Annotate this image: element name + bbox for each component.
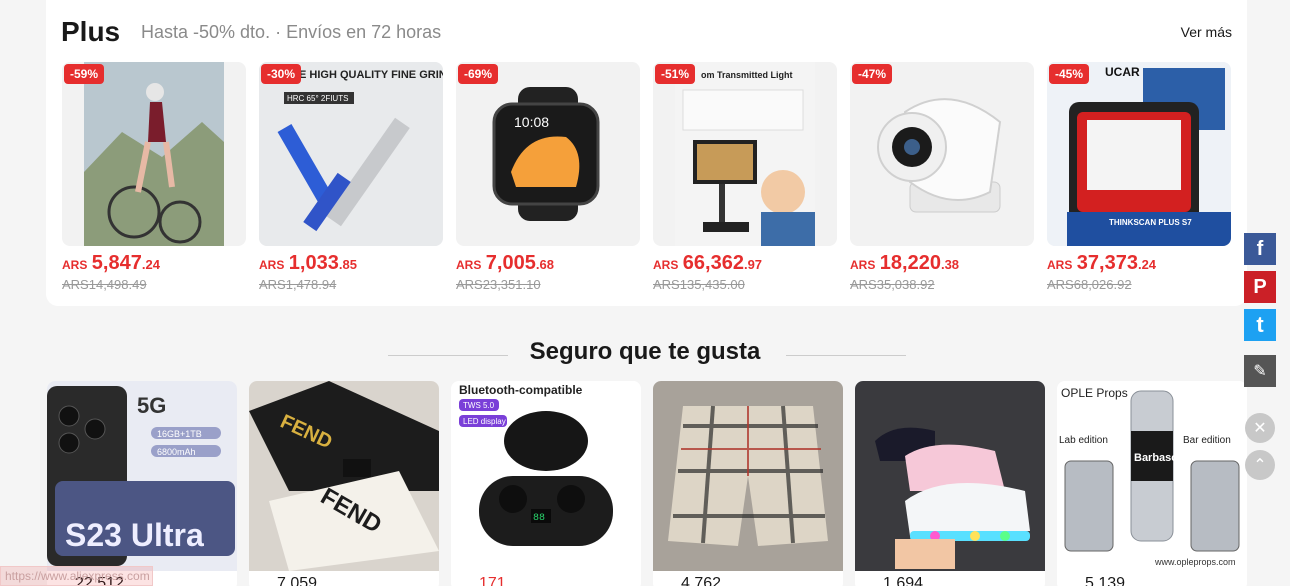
status-bar-url: https://www.aliexpress.com (0, 566, 153, 586)
close-icon: ✕ (1253, 420, 1267, 437)
sold-count: 5,139 (1085, 575, 1126, 586)
svg-text:5G: 5G (137, 393, 166, 418)
product-price: ARS 18,220.38 (850, 252, 960, 274)
product-image[interactable]: -45% UCAR THINKSCAN PLUS S7 (1047, 62, 1231, 246)
discount-badge: -47% (852, 64, 893, 84)
twitter-icon: t (1256, 312, 1264, 337)
discount-badge: -51% (655, 64, 696, 84)
product-image[interactable]: 5G 16GB+1TB 6800mAh S23 Ultra (47, 381, 237, 571)
product-image[interactable]: FEND FEND (249, 381, 439, 571)
svg-text:Lab edition: Lab edition (1059, 435, 1108, 446)
pinterest-icon: P (1253, 275, 1267, 298)
divider (388, 355, 508, 356)
sold-count: 7,059 (277, 575, 318, 586)
pencil-icon: ✎ (1253, 363, 1267, 380)
svg-text:UCAR: UCAR (1105, 65, 1140, 79)
product-image[interactable] (855, 381, 1045, 571)
chevron-up-icon: ⌃ (1253, 457, 1267, 474)
svg-text:LED display: LED display (463, 417, 506, 426)
product-image[interactable]: -51% om Transmitted Light (653, 62, 837, 246)
discount-badge: -59% (64, 64, 105, 84)
recommend-tile[interactable]: Bluetooth-compatible TWS 5.0 LED display… (451, 381, 641, 586)
plus-subtitle: Hasta -50% dto. · Envíos en 72 horas (141, 22, 442, 42)
original-price: ARS135,435.00 (653, 277, 745, 292)
divider (786, 355, 906, 356)
svg-text:16GB+1TB: 16GB+1TB (157, 429, 202, 439)
svg-text:om Transmitted Light: om Transmitted Light (701, 70, 793, 80)
pinterest-share-button[interactable]: P (1244, 271, 1276, 303)
svg-text:THINKSCAN PLUS S7: THINKSCAN PLUS S7 (1109, 218, 1192, 227)
product-card[interactable]: -51% om Transmitted Light ARS 66,362.97 … (653, 62, 837, 292)
recommend-tile[interactable]: 5G 16GB+1TB 6800mAh S23 Ultra 22,512 (47, 381, 237, 586)
svg-text:Bar edition: Bar edition (1183, 435, 1231, 446)
svg-text:10:08: 10:08 (514, 114, 549, 130)
product-card[interactable]: -59% ARS 5,847.24 ARS14,498.49 (62, 62, 246, 292)
product-image[interactable]: -59% (62, 62, 246, 246)
recommend-tile[interactable]: 4,762 (653, 381, 843, 586)
product-image[interactable] (653, 381, 843, 571)
see-more-link[interactable]: Ver más (1181, 24, 1232, 40)
svg-text:E HIGH QUALITY FINE GRINDING: E HIGH QUALITY FINE GRINDING (299, 69, 443, 81)
plus-title: Plus (61, 16, 121, 47)
product-image[interactable]: -30% E HIGH QUALITY FINE GRINDING HRC 65… (259, 62, 443, 246)
svg-text:S23 Ultra: S23 Ultra (65, 517, 204, 553)
product-card[interactable]: -69% 10:08 ARS 7,005.68 ARS23,351.10 (456, 62, 640, 292)
product-image[interactable]: -69% 10:08 (456, 62, 640, 246)
discount-badge: -45% (1049, 64, 1090, 84)
discount-badge: -30% (261, 64, 302, 84)
product-image[interactable]: -47% (850, 62, 1034, 246)
close-button[interactable]: ✕ (1245, 413, 1275, 443)
original-price: ARS14,498.49 (62, 277, 147, 292)
product-price: ARS 1,033.85 (259, 252, 357, 274)
svg-text:www.opleprops.com: www.opleprops.com (1154, 557, 1236, 567)
svg-text:OPLE Props: OPLE Props (1061, 386, 1128, 400)
sold-count: 171 (479, 575, 506, 586)
product-price: ARS 5,847.24 (62, 252, 160, 274)
facebook-icon: f (1256, 237, 1264, 260)
product-price: ARS 37,373.24 (1047, 252, 1157, 274)
sold-count: 1,694 (883, 575, 924, 586)
product-image[interactable]: Bluetooth-compatible TWS 5.0 LED display… (451, 381, 641, 571)
discount-badge: -69% (458, 64, 499, 84)
product-price: ARS 7,005.68 (456, 252, 554, 274)
recommend-tile[interactable]: 1,694 (855, 381, 1045, 586)
product-price: ARS 66,362.97 (653, 252, 763, 274)
facebook-share-button[interactable]: f (1244, 233, 1276, 265)
scroll-top-button[interactable]: ⌃ (1245, 450, 1275, 480)
recommend-tile[interactable]: OPLE Props Lab edition Bar edition Barba… (1057, 381, 1247, 586)
svg-text:88: 88 (533, 513, 545, 524)
svg-text:Bluetooth-compatible: Bluetooth-compatible (459, 383, 583, 397)
sold-count: 4,762 (681, 575, 722, 586)
recommend-header: Seguro que te gusta (0, 338, 1290, 366)
original-price: ARS68,026.92 (1047, 277, 1132, 292)
product-card[interactable]: -47% ARS 18,220.38 ARS35,038.92 (850, 62, 1034, 292)
svg-text:HRC 65° 2FIUTS: HRC 65° 2FIUTS (287, 94, 348, 103)
original-price: ARS1,478.94 (259, 277, 337, 292)
product-card[interactable]: -45% UCAR THINKSCAN PLUS S7 ARS 37,373.2… (1047, 62, 1231, 292)
product-card[interactable]: -30% E HIGH QUALITY FINE GRINDING HRC 65… (259, 62, 443, 292)
product-image[interactable]: OPLE Props Lab edition Bar edition Barba… (1057, 381, 1247, 571)
edit-button[interactable]: ✎ (1244, 355, 1276, 387)
svg-text:Barbasol: Barbasol (1134, 452, 1181, 464)
svg-text:6800mAh: 6800mAh (157, 447, 196, 457)
section-title: Seguro que te gusta (529, 338, 761, 365)
svg-text:TWS 5.0: TWS 5.0 (463, 401, 495, 410)
original-price: ARS23,351.10 (456, 277, 541, 292)
plus-section: Plus Hasta -50% dto. · Envíos en 72 hora… (46, 0, 1247, 306)
recommend-tile[interactable]: FEND FEND 7,059 (249, 381, 439, 586)
twitter-share-button[interactable]: t (1244, 309, 1276, 341)
original-price: ARS35,038.92 (850, 277, 935, 292)
